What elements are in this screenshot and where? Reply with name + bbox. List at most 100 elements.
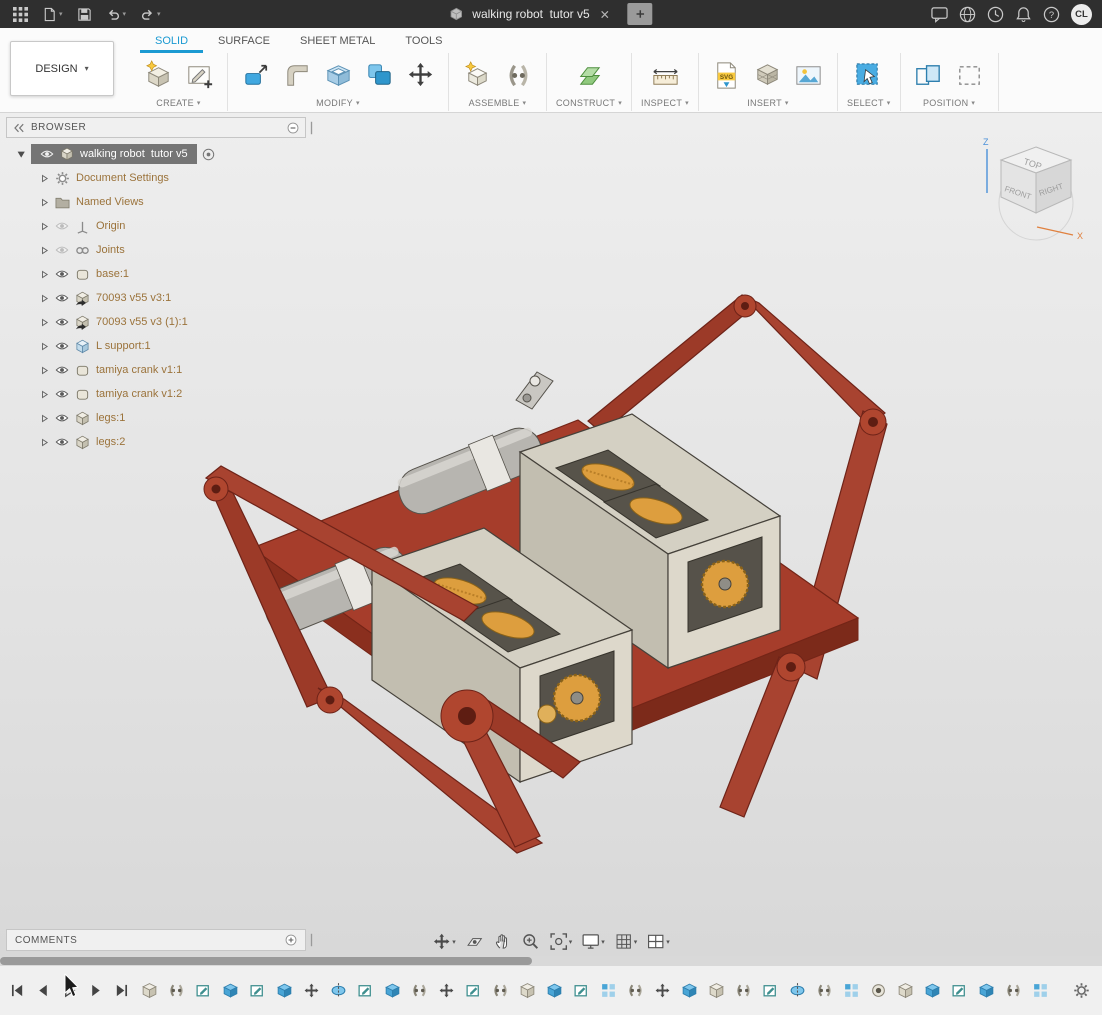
timeline-feature-sketch[interactable] [573, 982, 590, 999]
visibility-eye-icon[interactable] [55, 389, 69, 399]
activate-component-icon[interactable] [202, 148, 215, 161]
expand-arrow-icon[interactable] [40, 198, 49, 207]
comments-panel[interactable]: COMMENTS [6, 929, 306, 951]
timeline-feature-sketch[interactable] [357, 982, 374, 999]
scrollbar-thumb[interactable] [0, 957, 532, 965]
timeline-feature-sketch[interactable] [465, 982, 482, 999]
group-label-select[interactable]: SELECT▾ [847, 98, 891, 108]
step-forward-button[interactable] [88, 983, 103, 998]
create-sketch-button[interactable] [180, 56, 218, 94]
tab-sheet-metal[interactable]: SHEET METAL [285, 28, 390, 53]
browser-item[interactable]: Document Settings [6, 166, 306, 190]
viewcube[interactable]: TOP FRONT RIGHT Z X [979, 133, 1094, 241]
expand-arrow-icon[interactable] [40, 318, 49, 327]
timeline-feature-pattern[interactable] [600, 982, 617, 999]
expand-comments-icon[interactable] [285, 934, 297, 946]
browser-item[interactable]: legs:1 [6, 406, 306, 430]
timeline-feature-extrude[interactable] [276, 982, 293, 999]
timeline-feature-joint[interactable] [168, 982, 185, 999]
help-icon[interactable]: ? [1043, 0, 1060, 28]
expand-arrow-icon[interactable] [40, 438, 49, 447]
timeline-scrollbar[interactable] [0, 956, 1102, 966]
job-status-icon[interactable] [987, 0, 1004, 28]
browser-item[interactable]: legs:2 [6, 430, 306, 454]
visibility-eye-icon[interactable] [55, 293, 69, 303]
timeline-feature-revolve[interactable] [789, 982, 806, 999]
timeline-feature-move[interactable] [303, 982, 320, 999]
group-label-inspect[interactable]: INSPECT▾ [641, 98, 689, 108]
visibility-eye-icon[interactable] [55, 413, 69, 423]
expand-arrow-icon[interactable] [40, 174, 49, 183]
visibility-eye-icon[interactable] [55, 317, 69, 327]
pan-button[interactable] [490, 930, 515, 953]
timeline-feature-extrude[interactable] [222, 982, 239, 999]
collapse-all-icon[interactable] [287, 122, 299, 134]
timeline-feature-revolve[interactable] [330, 982, 347, 999]
browser-item[interactable]: 70093 v55 v3 (1):1 [6, 310, 306, 334]
workspace-menu-button[interactable]: DESIGN ▾ [10, 41, 114, 96]
timeline-feature-joint[interactable] [627, 982, 644, 999]
construction-plane-button[interactable] [570, 56, 608, 94]
timeline-feature-pattern[interactable] [1032, 982, 1049, 999]
timeline-feature-move[interactable] [654, 982, 671, 999]
timeline-feature-joint[interactable] [735, 982, 752, 999]
new-component-button[interactable] [458, 56, 496, 94]
timeline-feature-sketch[interactable] [249, 982, 266, 999]
browser-item[interactable]: L support:1 [6, 334, 306, 358]
timeline-feature-sketch[interactable] [195, 982, 212, 999]
save-button[interactable] [72, 0, 97, 28]
timeline-feature-extrude[interactable] [978, 982, 995, 999]
viewports-button[interactable]: ▾ [643, 930, 673, 953]
expand-arrow-icon[interactable] [16, 149, 26, 159]
visibility-eye-icon[interactable] [40, 149, 54, 159]
visibility-eye-icon[interactable] [55, 245, 69, 255]
browser-item[interactable]: 70093 v55 v3:1 [6, 286, 306, 310]
expand-arrow-icon[interactable] [40, 342, 49, 351]
select-button[interactable] [850, 56, 888, 94]
notifications-icon[interactable] [1015, 0, 1032, 28]
timeline-feature-joint[interactable] [492, 982, 509, 999]
timeline-feature-extrude[interactable] [546, 982, 563, 999]
timeline-feature-move[interactable] [438, 982, 455, 999]
fit-button[interactable]: ▾ [546, 930, 576, 953]
expand-arrow-icon[interactable] [40, 222, 49, 231]
redo-button[interactable]: ▾ [135, 0, 166, 28]
tab-solid[interactable]: SOLID [140, 28, 203, 53]
new-tab-button[interactable] [628, 3, 653, 25]
timeline-feature-sketch[interactable] [762, 982, 779, 999]
fillet-button[interactable] [278, 56, 316, 94]
browser-root-pill[interactable]: walking robot tutor v5 [31, 144, 197, 164]
file-menu-button[interactable]: ▾ [37, 0, 68, 28]
visibility-eye-icon[interactable] [55, 437, 69, 447]
group-label-create[interactable]: CREATE▾ [156, 98, 200, 108]
capture-position-button[interactable] [910, 56, 948, 94]
browser-item[interactable]: Named Views [6, 190, 306, 214]
joint-button[interactable] [499, 56, 537, 94]
group-label-construct[interactable]: CONSTRUCT▾ [556, 98, 622, 108]
tab-surface[interactable]: SURFACE [203, 28, 285, 53]
timeline-feature-sketch[interactable] [951, 982, 968, 999]
move-copy-button[interactable] [401, 56, 439, 94]
collapse-panel-icon[interactable] [13, 122, 25, 134]
browser-root-item[interactable]: walking robot tutor v5 [6, 142, 306, 166]
timeline-feature-component[interactable] [708, 982, 725, 999]
revert-position-button[interactable] [951, 56, 989, 94]
visibility-eye-icon[interactable] [55, 269, 69, 279]
timeline-feature-extrude[interactable] [681, 982, 698, 999]
browser-item[interactable]: tamiya crank v1:2 [6, 382, 306, 406]
timeline-feature-joint[interactable] [816, 982, 833, 999]
group-label-insert[interactable]: INSERT▾ [747, 98, 788, 108]
grid-snaps-button[interactable]: ▾ [611, 930, 641, 953]
expand-arrow-icon[interactable] [40, 366, 49, 375]
timeline-feature-component[interactable] [897, 982, 914, 999]
insert-svg-button[interactable]: SVG [708, 56, 746, 94]
expand-arrow-icon[interactable] [40, 390, 49, 399]
browser-item[interactable]: base:1 [6, 262, 306, 286]
visibility-eye-icon[interactable] [55, 221, 69, 231]
timeline-settings-button[interactable] [1061, 982, 1102, 999]
timeline-feature-hole[interactable] [870, 982, 887, 999]
timeline-feature-extrude[interactable] [924, 982, 941, 999]
orbit-button[interactable]: ▾ [429, 930, 459, 953]
browser-item[interactable]: Joints [6, 238, 306, 262]
undo-button[interactable]: ▾ [101, 0, 132, 28]
